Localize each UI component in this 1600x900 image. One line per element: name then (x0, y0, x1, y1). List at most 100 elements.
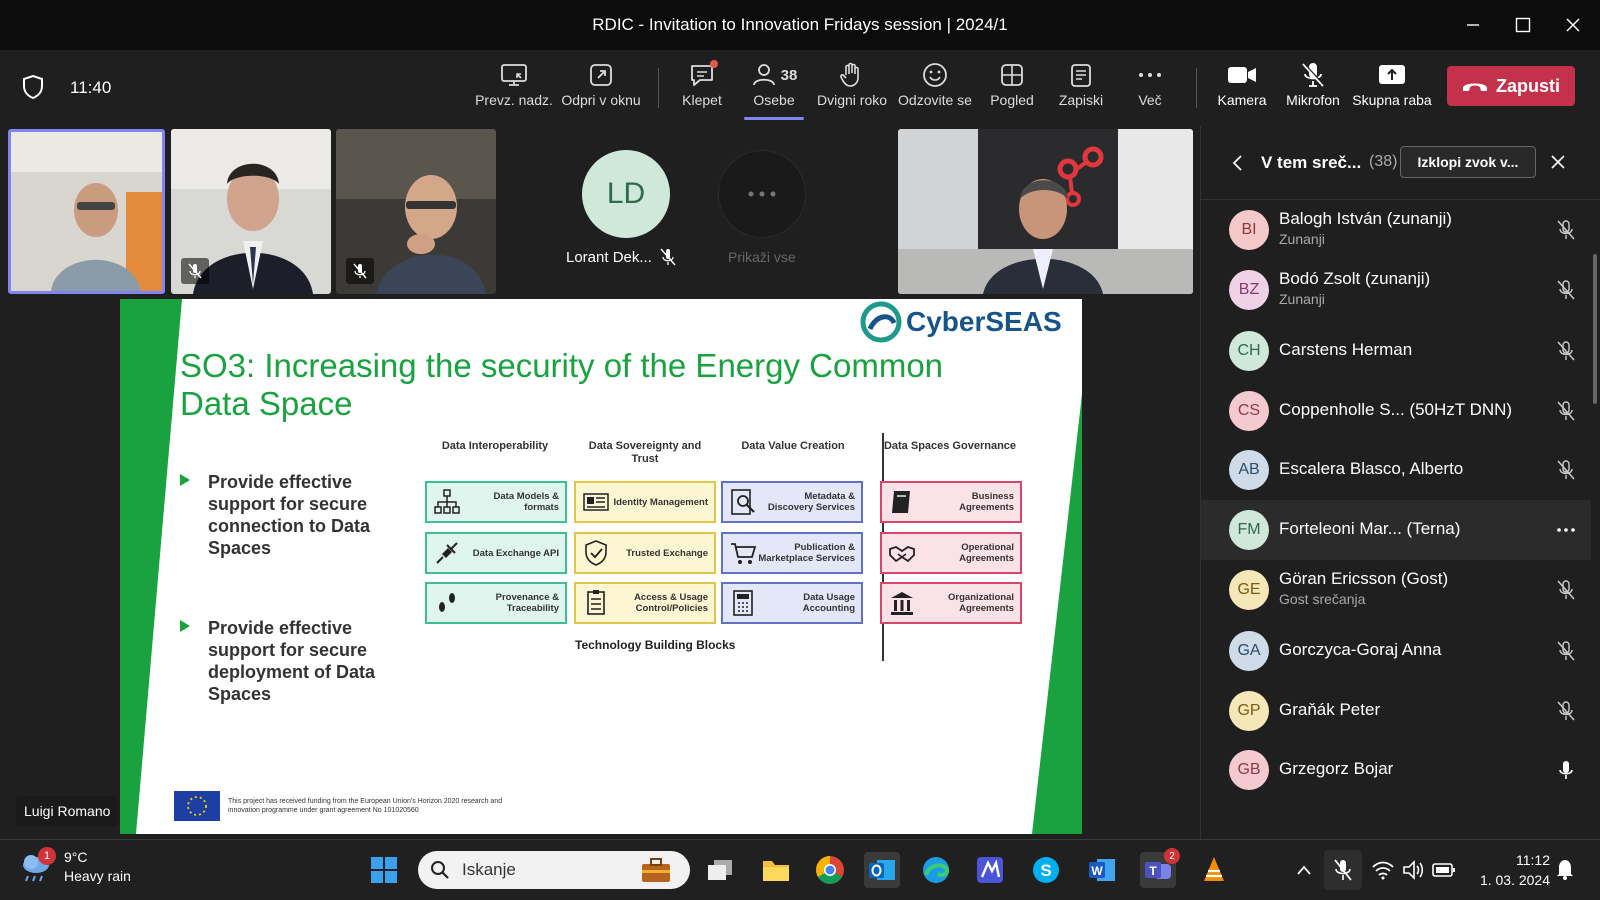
task-view-button[interactable] (702, 852, 738, 888)
show-all-button[interactable] (718, 150, 806, 238)
tray-mic-button[interactable] (1324, 850, 1362, 890)
building-block: Identity Management (574, 481, 716, 523)
microphone-button[interactable]: Mikrofon (1280, 58, 1346, 120)
file-explorer-button[interactable] (758, 852, 794, 888)
notes-button[interactable]: Zapiski (1052, 58, 1110, 120)
chat-button[interactable]: Klepet (672, 58, 732, 120)
people-icon (752, 64, 775, 86)
participant-row[interactable]: GP Graňák Peter (1201, 681, 1591, 741)
more-options-icon[interactable] (1555, 519, 1577, 541)
toolbar-divider (1196, 68, 1197, 108)
raise-hand-button[interactable]: Dvigni roko (814, 58, 890, 120)
start-button[interactable] (366, 852, 402, 888)
vlc-button[interactable] (1196, 852, 1232, 888)
skype-button[interactable]: S (1028, 852, 1064, 888)
participant-row[interactable]: FM Forteleoni Mar... (Terna) (1201, 500, 1591, 560)
camera-label: Kamera (1217, 92, 1267, 108)
participant-row[interactable]: CH Carstens Herman (1201, 321, 1591, 381)
people-list-scrollbar[interactable] (1593, 254, 1597, 404)
block-label: Data Exchange API (472, 547, 559, 559)
taskbar-search[interactable]: Iskanje (418, 851, 690, 889)
minimize-button[interactable] (1448, 0, 1498, 50)
participant-row[interactable]: BZ Bodó Zsolt (zunanji) Zunanji (1201, 260, 1591, 320)
avatar: BZ (1229, 270, 1269, 310)
building-block: Data Models & formats (425, 481, 567, 523)
notification-bell-icon[interactable] (1555, 858, 1575, 880)
mute-all-button[interactable]: Izklopi zvok v... (1400, 146, 1536, 178)
block-label: Operational Agreements (959, 542, 1014, 564)
calculator-icon (733, 590, 753, 616)
bullet-text: Provide effective support for secure con… (208, 472, 371, 558)
camera-button[interactable]: Kamera (1210, 58, 1274, 120)
wifi-icon[interactable] (1372, 860, 1394, 880)
app-button[interactable] (972, 852, 1008, 888)
outlook-button[interactable] (864, 852, 900, 888)
search-placeholder: Iskanje (462, 860, 516, 879)
camera-icon (1228, 67, 1256, 83)
id-card-icon (583, 493, 609, 511)
volume-icon[interactable] (1402, 860, 1424, 880)
microphone-off-icon (1557, 580, 1575, 600)
react-button[interactable]: Odzovite se (896, 58, 974, 120)
view-button[interactable]: Pogled (982, 58, 1042, 120)
chrome-button[interactable] (812, 852, 848, 888)
teams-button[interactable]: T 2 (1140, 848, 1180, 888)
close-window-button[interactable] (1548, 0, 1598, 50)
microphone-off-icon (660, 248, 676, 266)
share-tray-button[interactable]: Prevz. nadz. (474, 58, 554, 120)
building-block: Business Agreements (880, 481, 1022, 523)
popout-button[interactable]: Odpri v oknu (558, 58, 644, 120)
column-heading: Data Spaces Governance (883, 440, 1017, 452)
avatar: AB (1229, 450, 1269, 490)
meeting-timer: 11:40 (70, 78, 112, 97)
video-tile-participant-3[interactable] (336, 129, 496, 294)
participant-row[interactable]: CS Coppenholle S... (50HzT DNN) (1201, 381, 1591, 441)
slide-bullet: Provide effective support for secure con… (180, 471, 400, 559)
screen-share-icon (501, 64, 527, 86)
notes-icon (1071, 64, 1091, 87)
participant-row[interactable]: GB Grzegorz Bojar (1201, 740, 1591, 800)
word-button[interactable]: W (1084, 852, 1120, 888)
video-tile-participant-4[interactable] (898, 129, 1193, 294)
participant-row[interactable]: GE Göran Ericsson (Gost) Gost srečanja (1201, 560, 1591, 620)
battery-icon[interactable] (1432, 862, 1456, 878)
shield-icon[interactable] (22, 74, 44, 100)
weather-widget[interactable]: 1 9°C Heavy rain (18, 847, 131, 886)
avatar: GB (1229, 750, 1269, 790)
participant-row[interactable]: BI Balogh István (zunanji) Zunanji (1201, 200, 1591, 260)
chat-label: Klepet (682, 92, 722, 108)
participant-role: Zunanji (1279, 291, 1325, 307)
search-icon (431, 861, 449, 879)
leave-button[interactable]: Zapusti (1447, 66, 1575, 106)
building-block: Publication & Marketplace Services (721, 532, 863, 574)
people-panel-header: V tem sreč... (38) Izklopi zvok v... (1201, 126, 1600, 200)
taskbar-clock[interactable]: 11:12 1. 03. 2024 (1466, 850, 1550, 890)
block-label: Data Usage Accounting (802, 592, 855, 614)
shield-check-icon (585, 540, 607, 566)
participant-row[interactable]: GA Gorczyca-Goraj Anna (1201, 621, 1591, 681)
participant-video (898, 129, 1193, 294)
maximize-button[interactable] (1498, 0, 1548, 50)
logo-text: CyberSEAS (906, 306, 1062, 337)
close-icon[interactable] (1550, 154, 1566, 170)
avatar[interactable]: LD (582, 150, 670, 238)
chevron-up-icon[interactable] (1296, 864, 1312, 876)
avatar: GE (1229, 570, 1269, 610)
people-panel-count: (38) (1369, 153, 1398, 170)
share-button[interactable]: Skupna raba (1350, 58, 1434, 120)
people-button[interactable]: 38 Osebe (744, 58, 804, 120)
participant-row[interactable]: AB Escalera Blasco, Alberto (1201, 440, 1591, 500)
weather-text: 9°C Heavy rain (64, 848, 131, 886)
microphone-off-icon (1557, 460, 1575, 480)
video-tile-participant-2[interactable] (171, 129, 331, 294)
eu-flag-icon (174, 791, 220, 821)
video-tile-presenter[interactable] (8, 129, 165, 294)
toolbar-divider (658, 68, 659, 108)
mute-all-label: Izklopi zvok v... (1417, 154, 1519, 170)
block-label: Trusted Exchange (626, 547, 708, 559)
footprints-icon (439, 593, 455, 612)
chevron-left-icon[interactable] (1231, 154, 1243, 172)
more-button[interactable]: Več (1120, 58, 1180, 120)
edge-button[interactable] (918, 852, 954, 888)
shopping-cart-icon (731, 543, 757, 564)
